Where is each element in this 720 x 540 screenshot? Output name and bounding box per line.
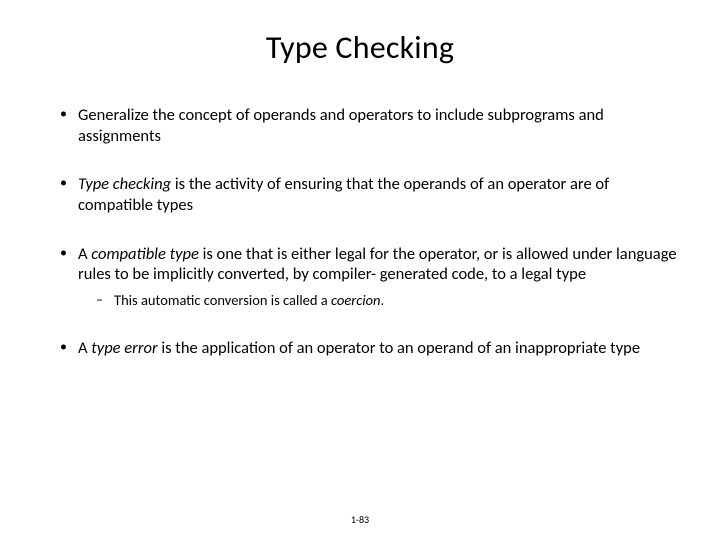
slide-number: 1-83 — [0, 513, 720, 526]
sub-bullet-list: This automatic conversion is called a co… — [78, 291, 680, 310]
bullet-text: is the application of an operator to an … — [158, 338, 640, 358]
bullet-text: A — [78, 244, 91, 264]
bullet-em: compatible type — [91, 244, 199, 264]
bullet-list: Generalize the concept of operands and o… — [40, 105, 680, 358]
sub-bullet-text: . — [381, 291, 385, 309]
bullet-text: Generalize the concept of operands and o… — [78, 105, 604, 146]
slide-title: Type Checking — [40, 28, 680, 67]
bullet-em: Type checking — [78, 174, 171, 194]
bullet-item: A compatible type is one that is either … — [60, 244, 680, 310]
slide: Type Checking Generalize the concept of … — [0, 0, 720, 540]
sub-bullet-em: coercion — [331, 291, 381, 309]
bullet-item: Type checking is the activity of ensurin… — [60, 174, 680, 215]
bullet-item: A type error is the application of an op… — [60, 338, 680, 359]
bullet-item: Generalize the concept of operands and o… — [60, 105, 680, 146]
sub-bullet-text: This automatic conversion is called a — [114, 291, 331, 309]
bullet-em: type error — [91, 338, 157, 358]
bullet-text: A — [78, 338, 91, 358]
sub-bullet-item: This automatic conversion is called a co… — [96, 291, 680, 310]
